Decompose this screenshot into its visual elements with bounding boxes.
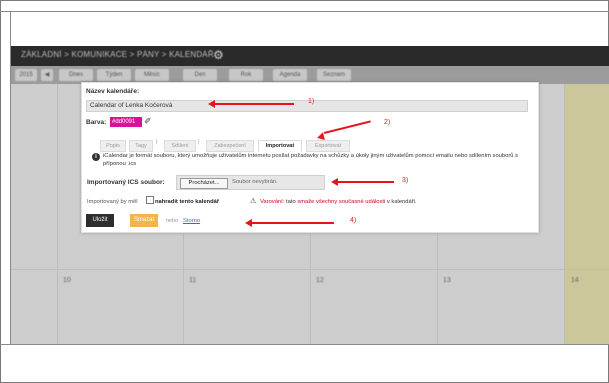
day-button[interactable]: Den xyxy=(183,69,217,81)
arrow-head-icon xyxy=(331,178,338,186)
annotation-number-4: 4) xyxy=(350,217,357,224)
replace-option-prefix: Importovaný by měl xyxy=(87,199,138,205)
tab-separator: | xyxy=(198,139,200,145)
arrow-head-icon xyxy=(208,100,215,108)
grid-line xyxy=(11,269,609,270)
agenda-button[interactable]: Agenda xyxy=(273,69,307,81)
warning-icon: ⚠ xyxy=(250,198,257,205)
calendar-name-input[interactable]: Calendar of Lenka Kočerová xyxy=(86,100,528,112)
info-icon: i xyxy=(92,153,100,161)
replace-calendar-checkbox[interactable] xyxy=(146,196,154,204)
annotation-number-2: 2) xyxy=(384,119,391,126)
tab-separator: | xyxy=(156,139,158,145)
tab-description[interactable]: Popis xyxy=(100,140,126,152)
color-label: Barva: xyxy=(86,119,107,126)
day-number[interactable]: 14 xyxy=(571,277,579,284)
color-input[interactable]: #dd0091 xyxy=(110,117,142,127)
calendar-name-value: Calendar of Lenka Kočerová xyxy=(90,102,173,109)
annotation-arrow-3 xyxy=(338,181,394,183)
delete-button[interactable]: Smazat xyxy=(130,214,158,227)
tab-tags[interactable]: Tagy xyxy=(129,140,153,152)
divider xyxy=(0,11,609,12)
year-button[interactable]: 2015 xyxy=(15,69,37,81)
day-number[interactable]: 13 xyxy=(443,277,451,284)
top-navbar: ZÁKLADNÍ > KOMUNIKACE > PÁNY > KALENDÁŘ … xyxy=(11,46,609,66)
or-text: nebo xyxy=(166,218,179,224)
warning-label: Varování: xyxy=(260,199,285,205)
day-number[interactable]: 12 xyxy=(316,277,324,284)
gear-icon[interactable]: ⚙ xyxy=(213,48,224,62)
divider xyxy=(0,344,609,345)
file-input[interactable]: Procházet... Soubor nevybrán. xyxy=(176,175,325,190)
breadcrumb[interactable]: ZÁKLADNÍ > KOMUNIKACE > PÁNY > KALENDÁŘ xyxy=(21,50,214,59)
replace-option-label: nahradit tento kalendář xyxy=(155,199,220,205)
today-button[interactable]: Dnes xyxy=(59,69,93,81)
prev-button[interactable]: ◀ xyxy=(41,69,53,81)
tab-export[interactable]: Exportovat xyxy=(306,140,350,152)
warning-suffix: v kalendáři. xyxy=(386,199,417,205)
day-number[interactable]: 11 xyxy=(189,277,196,284)
import-info-text: iCalendar je formát souboru, který umožň… xyxy=(103,153,519,167)
warning-emphasis: smaže všechny současné události xyxy=(297,199,386,205)
tab-import[interactable]: Importovat xyxy=(258,140,302,152)
screenshot: ZÁKLADNÍ > KOMUNIKACE > PÁNY > KALENDÁŘ … xyxy=(11,46,609,344)
tab-sharing[interactable]: Sdílení xyxy=(164,140,196,152)
color-picker-icon[interactable]: ✐ xyxy=(144,116,152,127)
annotation-number-3: 3) xyxy=(402,177,409,184)
import-file-label: Importovaný ICS soubor: xyxy=(87,179,165,186)
tab-security[interactable]: Zabezpečení xyxy=(206,140,254,152)
month-button[interactable]: Měsíc xyxy=(135,69,169,81)
annotation-arrow-1 xyxy=(214,103,294,105)
day-number[interactable]: 10 xyxy=(63,277,71,284)
week-button[interactable]: Týden xyxy=(97,69,131,81)
list-button[interactable]: Seznam xyxy=(317,69,351,81)
year-view-button[interactable]: Rok xyxy=(229,69,263,81)
highlighted-column xyxy=(564,84,609,344)
calendar-name-label: Název kalendáře: xyxy=(86,88,140,95)
browse-button[interactable]: Procházet... xyxy=(180,178,228,189)
grid-line xyxy=(57,84,58,344)
cancel-link[interactable]: Storno xyxy=(183,218,200,224)
grid-line xyxy=(564,84,565,344)
save-button[interactable]: Uložit xyxy=(86,214,114,227)
file-status: Soubor nevybrán. xyxy=(232,179,278,185)
arrow-head-icon xyxy=(245,219,252,227)
annotation-arrow-4 xyxy=(252,222,334,224)
warning-text: Varování: tato smaže všechny současné ud… xyxy=(260,199,417,205)
warning-body: tato xyxy=(286,199,296,205)
annotation-number-1: 1) xyxy=(308,98,315,105)
